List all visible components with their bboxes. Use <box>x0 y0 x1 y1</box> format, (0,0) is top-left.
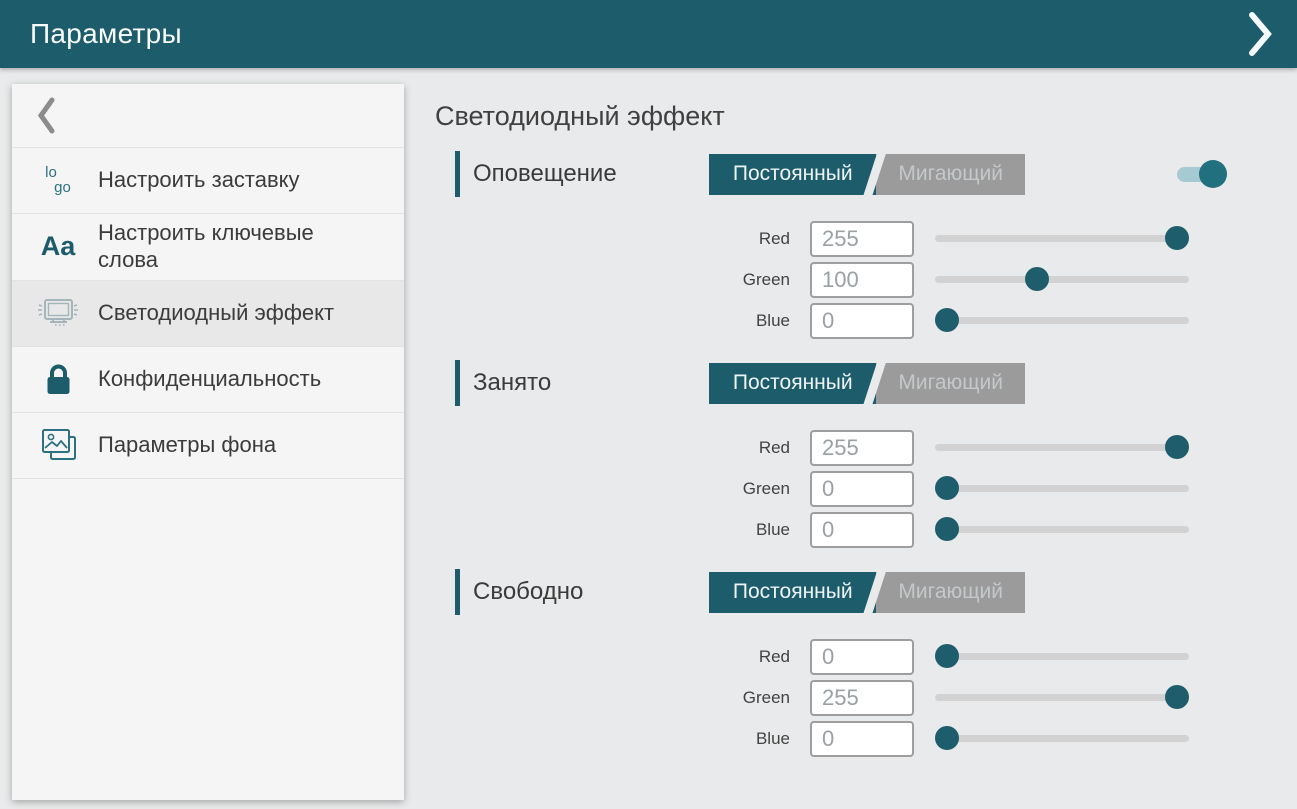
section-busy: Занято Постоянный Мигающий Red Green <box>455 359 1297 550</box>
slider-track <box>935 276 1189 283</box>
toggle-thumb <box>1199 160 1227 188</box>
slider-track <box>935 694 1189 701</box>
led-effect-panel: Светодиодный эффект Оповещение Постоянны… <box>435 68 1297 770</box>
led-monitor-icon <box>34 295 82 331</box>
slider-thumb[interactable] <box>935 476 959 500</box>
red-slider[interactable] <box>935 427 1189 468</box>
slider-thumb[interactable] <box>935 517 959 541</box>
green-value-input[interactable] <box>810 262 914 298</box>
mode-blinking-button[interactable]: Мигающий <box>876 154 1025 195</box>
mode-segmented-control: Постоянный Мигающий <box>709 154 1025 195</box>
blue-slider[interactable] <box>935 718 1189 759</box>
red-value-input[interactable] <box>810 639 914 675</box>
green-slider[interactable] <box>935 259 1189 300</box>
section-notification: Оповещение Постоянный Мигающий Red <box>455 150 1297 341</box>
red-row: Red <box>435 636 1297 677</box>
mode-segmented-control: Постоянный Мигающий <box>709 572 1025 613</box>
slider-track <box>935 317 1189 324</box>
sidebar-item-label: Конфиденциальность <box>98 366 321 393</box>
green-slider[interactable] <box>935 468 1189 509</box>
red-label: Red <box>435 438 810 458</box>
app-header: Параметры <box>0 0 1297 68</box>
slider-track <box>935 485 1189 492</box>
blue-value-input[interactable] <box>810 721 914 757</box>
lock-icon <box>34 362 82 397</box>
green-row: Green <box>435 468 1297 509</box>
sidebar-item-led-effect[interactable]: Светодиодный эффект <box>12 281 404 347</box>
blue-row: Blue <box>435 718 1297 759</box>
green-row: Green <box>435 677 1297 718</box>
mode-segmented-control: Постоянный Мигающий <box>709 363 1025 404</box>
slider-thumb[interactable] <box>935 308 959 332</box>
blue-row: Blue <box>435 509 1297 550</box>
sidebar-item-background[interactable]: Параметры фона <box>12 413 404 479</box>
slider-track <box>935 235 1189 242</box>
section-accent-bar <box>455 569 460 615</box>
section-accent-bar <box>455 151 460 197</box>
red-label: Red <box>435 647 810 667</box>
red-value-input[interactable] <box>810 221 914 257</box>
mode-solid-button[interactable]: Постоянный <box>709 572 876 613</box>
section-title: Занято <box>473 369 709 397</box>
notification-toggle-switch[interactable] <box>1177 160 1227 188</box>
green-value-input[interactable] <box>810 471 914 507</box>
section-title: Свободно <box>473 578 709 606</box>
red-row: Red <box>435 427 1297 468</box>
slider-thumb[interactable] <box>1165 226 1189 250</box>
chevron-right-icon <box>1248 12 1272 56</box>
sidebar-item-privacy[interactable]: Конфиденциальность <box>12 347 404 413</box>
red-value-input[interactable] <box>810 430 914 466</box>
sidebar-item-keywords[interactable]: Aa Настроить ключевые слова <box>12 214 404 281</box>
slider-track <box>935 653 1189 660</box>
blue-label: Blue <box>435 311 810 331</box>
blue-slider[interactable] <box>935 509 1189 550</box>
content-title: Светодиодный эффект <box>435 101 1297 132</box>
sidebar-item-label: Светодиодный эффект <box>98 300 334 327</box>
section-free: Свободно Постоянный Мигающий Red Green <box>455 568 1297 759</box>
slider-thumb[interactable] <box>935 644 959 668</box>
red-label: Red <box>435 229 810 249</box>
slider-thumb[interactable] <box>1165 435 1189 459</box>
red-row: Red <box>435 218 1297 259</box>
green-label: Green <box>435 479 810 499</box>
red-slider[interactable] <box>935 218 1189 259</box>
blue-value-input[interactable] <box>810 512 914 548</box>
background-images-icon <box>34 426 82 464</box>
forward-button[interactable] <box>1243 10 1277 58</box>
logo-icon: lo go <box>34 166 82 195</box>
green-value-input[interactable] <box>810 680 914 716</box>
slider-track <box>935 526 1189 533</box>
sidebar-item-splash-screen[interactable]: lo go Настроить заставку <box>12 148 404 214</box>
red-slider[interactable] <box>935 636 1189 677</box>
blue-value-input[interactable] <box>810 303 914 339</box>
chevron-left-icon <box>38 97 55 134</box>
sidebar-back-button[interactable] <box>12 84 404 148</box>
slider-track <box>935 444 1189 451</box>
green-row: Green <box>435 259 1297 300</box>
slider-thumb[interactable] <box>1025 267 1049 291</box>
green-label: Green <box>435 270 810 290</box>
section-title: Оповещение <box>473 160 709 188</box>
green-label: Green <box>435 688 810 708</box>
sidebar-item-label: Настроить ключевые слова <box>98 220 348 274</box>
mode-solid-button[interactable]: Постоянный <box>709 154 876 195</box>
mode-blinking-button[interactable]: Мигающий <box>876 572 1025 613</box>
slider-thumb[interactable] <box>1165 685 1189 709</box>
blue-label: Blue <box>435 520 810 540</box>
slider-track <box>935 735 1189 742</box>
keywords-icon: Aa <box>34 231 82 262</box>
settings-sidebar: lo go Настроить заставку Aa Настроить кл… <box>12 84 404 800</box>
mode-solid-button[interactable]: Постоянный <box>709 363 876 404</box>
mode-blinking-button[interactable]: Мигающий <box>876 363 1025 404</box>
page-title: Параметры <box>30 18 182 50</box>
green-slider[interactable] <box>935 677 1189 718</box>
blue-label: Blue <box>435 729 810 749</box>
sidebar-item-label: Настроить заставку <box>98 167 300 194</box>
blue-row: Blue <box>435 300 1297 341</box>
blue-slider[interactable] <box>935 300 1189 341</box>
slider-thumb[interactable] <box>935 726 959 750</box>
sidebar-item-label: Параметры фона <box>98 432 276 459</box>
section-accent-bar <box>455 360 460 406</box>
